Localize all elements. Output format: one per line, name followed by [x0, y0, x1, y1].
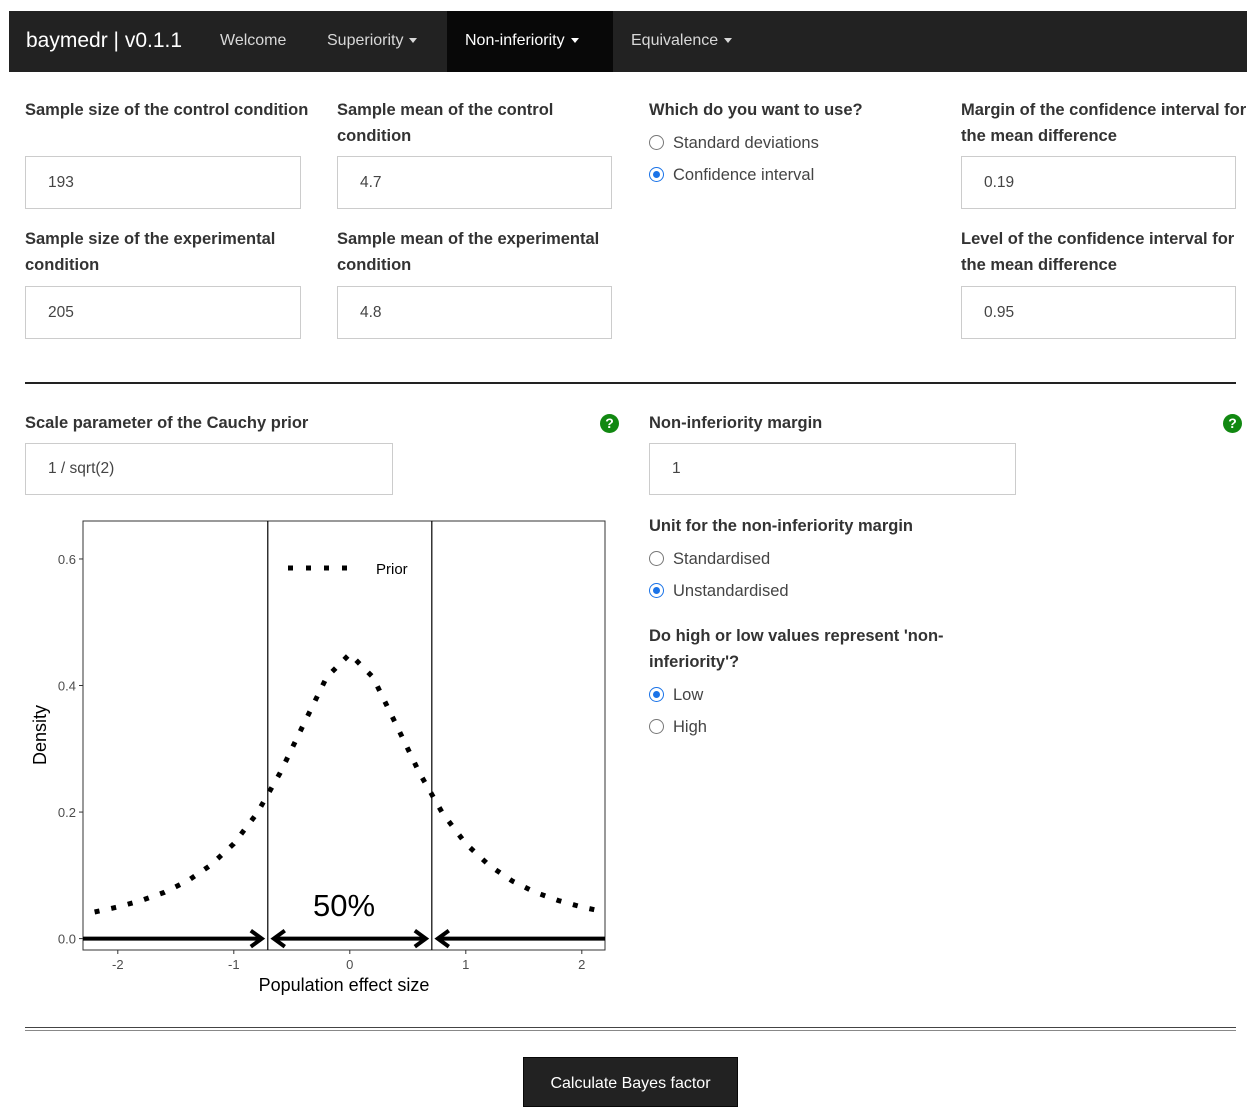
high-low-label: Do high or low values represent 'non-inf…: [649, 627, 944, 671]
prior-density-chart: -2 -1 0 1 2 0.0 0.2 0.4 0.6 Population effect si…: [30, 520, 606, 995]
radio-confidence-interval-label: Confidence interval: [673, 166, 815, 184]
caret-down-icon: [570, 38, 579, 44]
n-control-label: Sample size of the control condition: [25, 101, 309, 119]
caret-down-icon: [409, 38, 418, 44]
nav-superiority-dropdown[interactable]: Superiority: [309, 11, 435, 72]
n-control-input[interactable]: 193: [25, 156, 301, 209]
app-brand[interactable]: baymedr | v0.1.1: [26, 11, 182, 71]
radio-checked-icon: [649, 583, 664, 598]
prior-scale-label: Scale parameter of the Cauchy prior: [25, 414, 309, 432]
nav-equivalence-label: Equivalence: [631, 32, 719, 49]
legend-label: Prior: [376, 561, 408, 578]
y-tick-label: 0.2: [58, 805, 76, 820]
nav-welcome[interactable]: Welcome: [202, 11, 304, 72]
radio-standardised[interactable]: Standardised: [649, 548, 770, 570]
x-tick-label: 2: [578, 957, 585, 972]
mean-experimental-label: Sample mean of the experimental conditio…: [337, 230, 600, 274]
question-circle-icon[interactable]: ?: [600, 414, 619, 433]
percent-annotation: 50%: [313, 888, 375, 923]
ni-margin-label: Non-inferiority margin: [649, 414, 823, 432]
bottom-divider: [25, 1027, 1236, 1031]
radio-low-label: Low: [673, 686, 704, 704]
radio-high-label: High: [673, 718, 707, 736]
nav-equivalence-dropdown[interactable]: Equivalence: [613, 11, 750, 72]
radio-low[interactable]: Low: [649, 684, 703, 706]
radio-checked-icon: [649, 167, 664, 182]
radio-unchecked-icon: [649, 135, 664, 150]
x-tick-label: -1: [228, 957, 240, 972]
nav-non-inferiority-dropdown[interactable]: Non-inferiority: [447, 11, 613, 72]
y-tick-label: 0.6: [58, 552, 76, 567]
y-tick-label: 0.0: [58, 932, 76, 947]
prior-scale-input[interactable]: 1 / sqrt(2): [25, 443, 393, 495]
n-experimental-label: Sample size of the experimental conditio…: [25, 230, 276, 274]
caret-down-icon: [724, 38, 733, 44]
ci-margin-input[interactable]: 0.19: [961, 156, 1236, 209]
mean-control-input[interactable]: 4.7: [337, 156, 612, 209]
ni-margin-input[interactable]: 1: [649, 443, 1016, 495]
mean-experimental-input[interactable]: 4.8: [337, 286, 612, 339]
radio-standard-deviations-label: Standard deviations: [673, 134, 819, 152]
y-tick-label: 0.4: [58, 679, 76, 694]
radio-standardised-label: Standardised: [673, 550, 771, 568]
mean-control-label: Sample mean of the control condition: [337, 101, 554, 145]
ci-margin-label: Margin of the confidence interval for th…: [961, 101, 1247, 145]
ci-level-input[interactable]: 0.95: [961, 286, 1236, 339]
radio-unstandardised[interactable]: Unstandardised: [649, 580, 789, 602]
radio-unstandardised-label: Unstandardised: [673, 582, 789, 600]
nav-welcome-label: Welcome: [220, 32, 287, 49]
y-axis-label: Density: [30, 705, 50, 765]
radio-standard-deviations[interactable]: Standard deviations: [649, 132, 819, 154]
navbar: baymedr | v0.1.1 Welcome Superiority Non…: [9, 11, 1247, 72]
section-divider: [25, 382, 1236, 384]
nav-non-inferiority-label: Non-inferiority: [465, 32, 565, 49]
x-tick-label: -2: [112, 957, 124, 972]
which-use-label: Which do you want to use?: [649, 101, 863, 119]
radio-unchecked-icon: [649, 719, 664, 734]
radio-confidence-interval[interactable]: Confidence interval: [649, 164, 814, 186]
x-tick-label: 1: [462, 957, 469, 972]
radio-checked-icon: [649, 687, 664, 702]
calculate-bayes-factor-button[interactable]: Calculate Bayes factor: [523, 1057, 738, 1107]
ni-unit-label: Unit for the non-inferiority margin: [649, 517, 913, 535]
ci-level-label: Level of the confidence interval for the…: [961, 230, 1235, 274]
question-circle-icon[interactable]: ?: [1223, 414, 1242, 433]
n-experimental-input[interactable]: 205: [25, 286, 301, 339]
nav-superiority-label: Superiority: [327, 32, 404, 49]
x-axis-label: Population effect size: [259, 975, 430, 995]
radio-high[interactable]: High: [649, 716, 707, 738]
radio-unchecked-icon: [649, 551, 664, 566]
x-tick-label: 0: [346, 957, 353, 972]
